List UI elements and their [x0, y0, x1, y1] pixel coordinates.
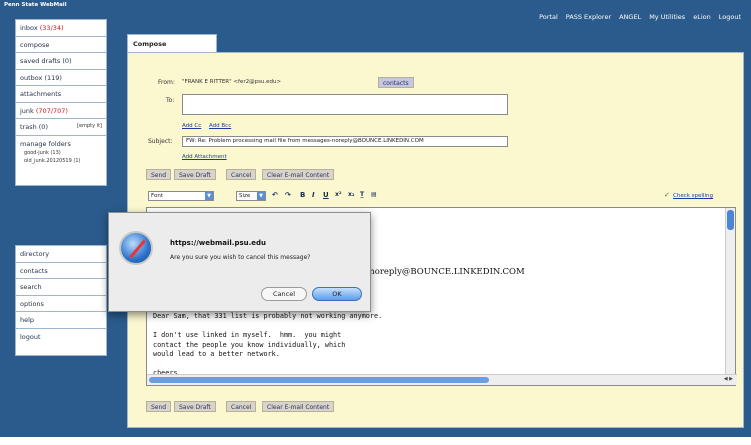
sidebar-item-directory[interactable]: directory	[16, 246, 106, 263]
from-value: "FRANK E RITTER" <fer2@psu.edu>	[182, 79, 282, 85]
nav-logout[interactable]: Logout	[719, 13, 741, 21]
send-button-bottom[interactable]: Send	[146, 401, 172, 412]
vertical-scroll-thumb[interactable]	[727, 210, 734, 230]
sidebar-item-contacts[interactable]: contacts	[16, 263, 106, 279]
bold-icon[interactable]: B	[300, 191, 305, 199]
sidebar-item-saved-drafts[interactable]: saved drafts (0)	[16, 53, 106, 70]
save-draft-button[interactable]: Save Draft	[174, 169, 216, 180]
subject-label: Subject:	[148, 138, 173, 145]
subscript-icon[interactable]: x₂	[348, 191, 355, 198]
redo-icon[interactable]: ↷	[285, 191, 291, 199]
nav-pass-explorer[interactable]: PASS Explorer	[566, 13, 611, 21]
sidebar-item-label: trash (0)	[20, 123, 48, 131]
add-bcc-link[interactable]: Add Bcc	[209, 123, 231, 129]
brand-logo: Penn State WebMail	[4, 2, 67, 8]
empty-trash-link[interactable]: [empty it]	[77, 123, 102, 129]
sidebar-item-options[interactable]: options	[16, 296, 106, 312]
font-select[interactable]: Font ▼	[148, 191, 214, 201]
dialog-cancel-button[interactable]: Cancel	[261, 287, 307, 301]
to-label: To:	[166, 97, 175, 104]
from-label: From:	[158, 79, 175, 86]
sidebar-item-label: junk	[20, 106, 34, 115]
superscript-icon[interactable]: x²	[335, 191, 342, 198]
horizontal-scroll-thumb[interactable]	[149, 377, 489, 383]
remove-format-icon[interactable]: T̲	[360, 191, 364, 198]
sidebar-item-logout[interactable]: logout	[16, 329, 106, 346]
chevron-down-icon: ▼	[257, 192, 265, 200]
dialog-title: https://webmail.psu.edu	[170, 239, 267, 247]
sidebar-item-compose[interactable]: compose	[16, 37, 106, 53]
add-cc-link[interactable]: Add Cc	[182, 123, 201, 129]
italic-icon[interactable]: I	[312, 191, 315, 199]
scroll-arrows-icon[interactable]: ◀ ▶	[724, 376, 733, 382]
check-spelling-link[interactable]: Check spelling	[673, 193, 713, 199]
underline-icon[interactable]: U	[323, 191, 329, 199]
cancel-button-bottom[interactable]: Cancel	[226, 401, 257, 412]
junk-count: (707/707)	[35, 106, 68, 115]
dialog-ok-button[interactable]: OK	[312, 287, 362, 301]
sidebar-item-inbox[interactable]: inbox (33/34)	[16, 20, 106, 37]
sidebar-item-trash[interactable]: trash (0) [empty it]	[16, 119, 106, 136]
size-select-value: Size	[239, 193, 251, 199]
safari-compass-icon	[119, 231, 153, 265]
sidebar-item-label: inbox	[20, 24, 38, 32]
undo-icon[interactable]: ↶	[272, 191, 278, 199]
manage-folders-link[interactable]: manage folders	[20, 140, 106, 148]
sidebar-item-search[interactable]: search	[16, 279, 106, 296]
sidebar-item-attachments[interactable]: attachments	[16, 86, 106, 103]
font-select-value: Font	[151, 193, 163, 199]
dialog-message: Are you sure you wish to cancel this mes…	[170, 254, 311, 261]
browser-viewport: Penn State WebMail Portal PASS Explorer …	[0, 0, 751, 445]
to-field[interactable]	[182, 94, 508, 115]
horizontal-scrollbar[interactable]: ◀ ▶	[147, 374, 737, 385]
folder-old-junk[interactable]: old_junk.20120519 (1)	[20, 158, 106, 164]
save-draft-button-bottom[interactable]: Save Draft	[174, 401, 216, 412]
folder-good-junk[interactable]: good-junk (13)	[20, 150, 106, 156]
contacts-button[interactable]: contacts	[378, 77, 414, 88]
sidebar-item-junk[interactable]: junk (707/707)	[16, 103, 106, 119]
cancel-button[interactable]: Cancel	[226, 169, 257, 180]
chevron-down-icon: ▼	[205, 192, 213, 200]
inbox-count: (33/34)	[39, 24, 64, 32]
vertical-scrollbar[interactable]	[725, 208, 735, 375]
size-select[interactable]: Size ▼	[236, 191, 266, 201]
nav-elion[interactable]: eLion	[693, 13, 711, 21]
folder-sidebar: inbox (33/34) compose saved drafts (0) o…	[15, 19, 107, 186]
top-navigation: Portal PASS Explorer ANGEL My Utilities …	[539, 13, 741, 21]
add-attachment-link[interactable]: Add Attachment	[182, 154, 227, 160]
subject-field[interactable]: FW: Re: Problem processing mail file fro…	[182, 136, 508, 147]
sidebar-item-manage-folders: manage folders good-junk (13) old_junk.2…	[16, 136, 106, 167]
confirm-cancel-dialog: https://webmail.psu.edu Are you sure you…	[108, 212, 371, 312]
nav-portal[interactable]: Portal	[539, 13, 558, 21]
nav-angel[interactable]: ANGEL	[619, 13, 641, 21]
sidebar-item-outbox[interactable]: outbox (119)	[16, 70, 106, 86]
tab-compose[interactable]: Compose	[127, 34, 217, 52]
insert-html-icon[interactable]: ▤	[371, 191, 377, 198]
quoted-header-line: s-noreply@BOUNCE.LINKEDIN.COM	[362, 267, 525, 277]
tools-sidebar: directory contacts search options help l…	[15, 245, 107, 356]
clear-content-button-bottom[interactable]: Clear E-mail Content	[262, 401, 335, 412]
sidebar-item-help[interactable]: help	[16, 312, 106, 329]
clear-content-button[interactable]: Clear E-mail Content	[262, 169, 335, 180]
send-button[interactable]: Send	[146, 169, 172, 180]
spellcheck-icon: ✓	[664, 191, 670, 199]
nav-my-utilities[interactable]: My Utilities	[649, 13, 685, 21]
message-body: Dear Sam, that 331 list is probably not …	[153, 312, 383, 377]
